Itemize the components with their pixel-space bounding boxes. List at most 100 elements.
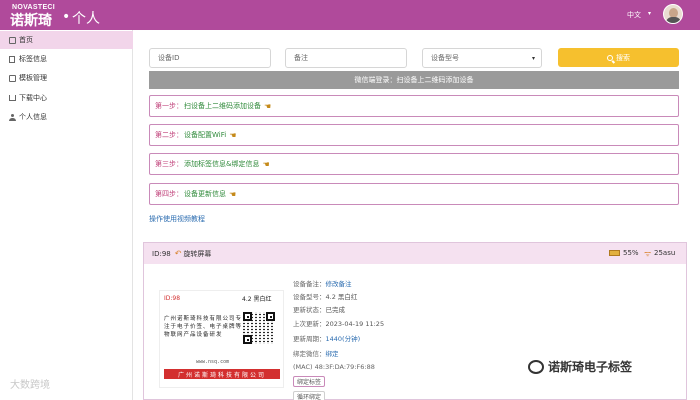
cycle-bind-label: 循环绑定: [297, 394, 322, 400]
info-model-row: 设备型号：4.2 黑白红: [293, 291, 357, 301]
search-button[interactable]: 搜索: [558, 48, 679, 67]
watermark-right: 诺斯琦电子标签: [528, 358, 632, 375]
bind-tag-label: 绑定标签: [297, 379, 322, 386]
tag-preview-url: www.nsq.com: [196, 359, 230, 365]
cycle-bind-button[interactable]: 循环绑定: [293, 391, 326, 400]
sidebar-item-label: 标签信息: [19, 55, 47, 63]
device-card: ID:98 ↶ 旋转屏幕 55% ᯤ 25asu ID:98 4.2 黑白红 广…: [143, 242, 687, 400]
model-select[interactable]: 设备型号 ▾: [422, 48, 542, 68]
pointing-hand-icon: ☚: [264, 101, 272, 111]
sidebar-item-label: 首页: [19, 36, 33, 44]
step-4[interactable]: 第四步： 设备更新信息 ☚: [149, 183, 679, 205]
sidebar-item-templates[interactable]: 模板管理: [0, 69, 133, 87]
search-icon: [607, 54, 613, 61]
info-label: 更新周期：: [293, 335, 326, 343]
watermark-left-text: 大数跨境: [10, 380, 50, 391]
remark-input[interactable]: [294, 54, 406, 62]
bind-tag-button[interactable]: 绑定标签: [293, 376, 326, 387]
info-label: 更新状态：: [293, 306, 326, 314]
template-icon: [8, 74, 16, 82]
watermark-right-text: 诺斯琦电子标签: [548, 360, 633, 374]
wechat-login-bar: 微信端登录：扫设备上二维码添加设备: [149, 71, 679, 89]
sidebar: 首页 标签信息 模板管理 下载中心 个人信息: [0, 30, 133, 400]
pointing-hand-icon: ☚: [229, 189, 237, 199]
tag-preview-model: 4.2 黑白红: [242, 296, 272, 303]
rotate-screen-link[interactable]: 旋转屏幕: [183, 249, 211, 259]
video-tutorial-link[interactable]: 操作使用视频教程: [149, 214, 205, 224]
device-id-label: ID:98: [152, 249, 171, 258]
step-1[interactable]: 第一步： 扫设备上二维码添加设备 ☚: [149, 95, 679, 117]
edit-remark-link[interactable]: 修改备注: [326, 280, 352, 288]
update-period-link[interactable]: 1440(分钟): [326, 335, 361, 343]
sidebar-item-home[interactable]: 首页: [0, 31, 133, 49]
step-prefix: 第二步：: [155, 131, 183, 139]
step-prefix: 第四步：: [155, 190, 183, 198]
info-value: 4.2 黑白红: [325, 293, 358, 301]
qr-eye: [243, 312, 252, 321]
pointing-hand-icon: ☚: [262, 159, 270, 169]
sidebar-item-tags[interactable]: 标签信息: [0, 50, 133, 68]
tag-preview-description: 广州诺斯琦科技有限公司专注于电子价签、电子桌牌等物联网产品设备研发: [164, 316, 243, 338]
step-prefix: 第一步：: [155, 102, 183, 110]
language-selector[interactable]: 中文: [627, 10, 641, 20]
qr-eye: [243, 335, 252, 344]
brand-separator: •: [62, 9, 71, 25]
brand-cn-text: 诺斯琦: [10, 13, 52, 29]
info-period-row: 更新周期：1440(分钟): [293, 333, 360, 343]
search-button-label: 搜索: [616, 53, 630, 62]
sidebar-item-downloads[interactable]: 下载中心: [0, 89, 133, 107]
step-text: 设备配置WiFi: [184, 131, 227, 139]
info-label: 设备备注：: [293, 280, 326, 288]
watermark-left: 大数跨境: [10, 376, 50, 391]
model-select-value: 设备型号: [431, 54, 459, 62]
brand-logo[interactable]: NOVASTECI 诺斯琦 • 个人: [10, 3, 130, 29]
step-text: 扫设备上二维码添加设备: [184, 102, 261, 110]
info-value: 2023-04-19 11:25: [325, 320, 385, 328]
brand-section-text: 个人: [72, 11, 100, 27]
device-card-header: ID:98 ↶ 旋转屏幕: [144, 243, 686, 264]
step-prefix: 第三步：: [155, 160, 183, 168]
sidebar-item-label: 下载中心: [19, 94, 47, 102]
sidebar-item-label: 个人信息: [19, 113, 47, 121]
tag-preview: ID:98 4.2 黑白红 广州诺斯琦科技有限公司专注于电子价签、电子桌牌等物联…: [159, 290, 284, 388]
info-label: 上次更新：: [293, 320, 326, 328]
remark-field[interactable]: [285, 48, 407, 68]
sidebar-item-label: 模板管理: [19, 74, 47, 82]
info-remark-row: 设备备注：修改备注: [293, 278, 352, 288]
tag-preview-id: ID:98: [164, 295, 181, 302]
sidebar-item-profile[interactable]: 个人信息: [0, 108, 133, 126]
step-text: 添加标签信息&绑定信息: [184, 160, 260, 168]
chevron-down-icon[interactable]: ▾: [648, 10, 651, 17]
qr-eye: [266, 312, 275, 321]
tag-icon: [8, 55, 16, 63]
device-id-input[interactable]: [158, 54, 270, 62]
info-label: 绑定微信：: [293, 350, 326, 358]
wechat-icon: [528, 359, 544, 374]
battery-level: 55%: [623, 249, 639, 257]
step-2[interactable]: 第二步： 设备配置WiFi ☚: [149, 124, 679, 146]
home-icon: [8, 36, 16, 44]
tag-preview-footer: 广州诺斯琦科技有限公司: [164, 369, 280, 379]
avatar-body: [666, 17, 681, 23]
main-content: 设备型号 ▾ 搜索 微信端登录：扫设备上二维码添加设备 第一步： 扫设备上二维码…: [140, 30, 695, 400]
top-bar: NOVASTECI 诺斯琦 • 个人 中文 ▾: [0, 0, 700, 30]
pointing-hand-icon: ☚: [229, 130, 237, 140]
info-mac-row: (MAC) 48:3F:DA:79:F6:88: [293, 363, 375, 371]
step-text: 设备更新信息: [184, 190, 226, 198]
step-3[interactable]: 第三步： 添加标签信息&绑定信息 ☚: [149, 153, 679, 175]
chevron-down-icon: ▾: [531, 55, 535, 62]
device-id-field[interactable]: [149, 48, 271, 68]
info-value: 已完成: [325, 306, 346, 314]
user-icon: [8, 113, 16, 121]
signal-strength: 25asu: [654, 249, 676, 257]
info-last-update-row: 上次更新：2023-04-19 11:25: [293, 318, 384, 328]
battery-icon: [609, 250, 620, 256]
bind-wechat-link[interactable]: 绑定: [326, 350, 339, 358]
signal-icon: ᯤ: [644, 249, 652, 258]
info-label: 设备型号：: [293, 293, 326, 301]
info-wechat-row: 绑定微信：绑定: [293, 348, 339, 358]
avatar[interactable]: [663, 4, 683, 24]
info-status-row: 更新状态：已完成: [293, 304, 345, 314]
download-icon: [8, 94, 16, 102]
rotate-icon[interactable]: ↶: [175, 249, 182, 258]
